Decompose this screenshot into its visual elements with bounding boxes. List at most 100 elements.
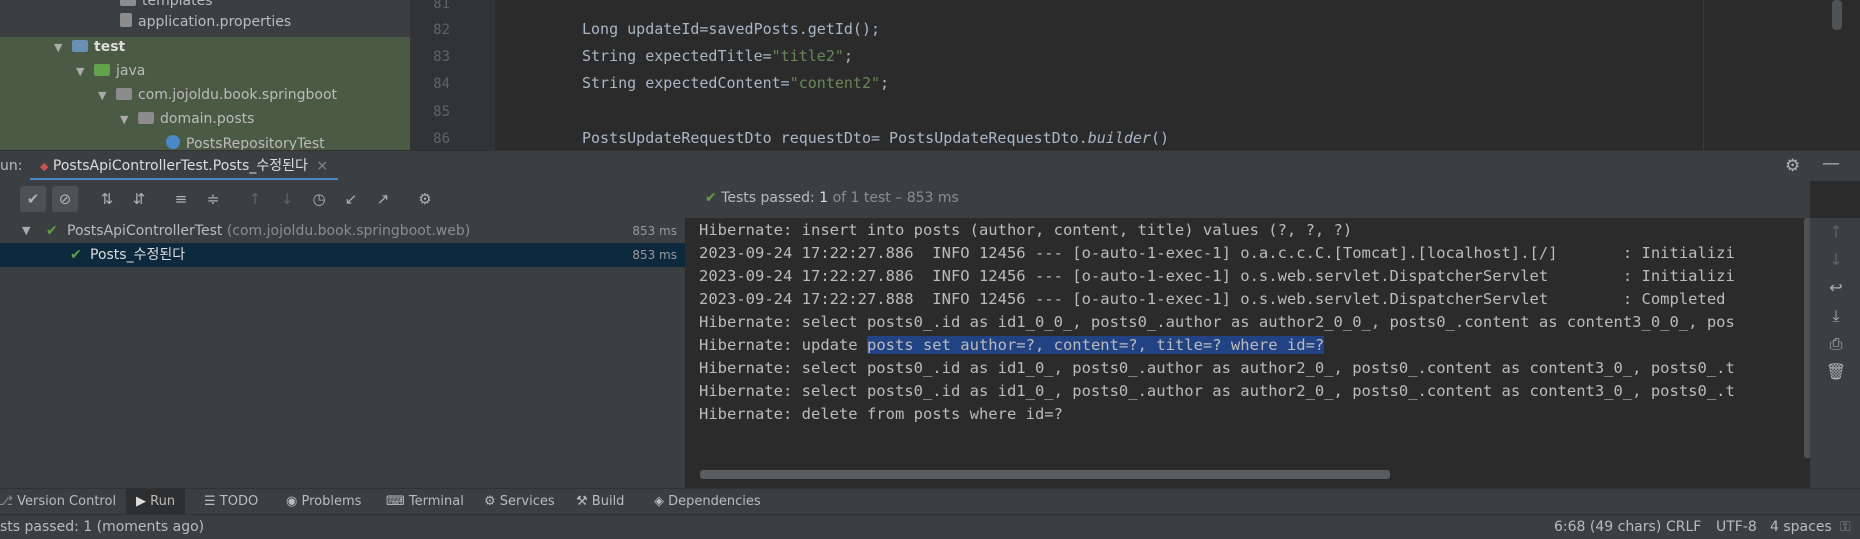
arrow-down-icon[interactable]: ↓ [1824,250,1848,269]
code-editor[interactable]: 81 82 83 84 85 86 Long updateId=savedPos… [410,0,1860,150]
expand-all-button[interactable]: ≡ [168,186,194,212]
indent-setting[interactable]: 4 spaces [1770,515,1832,539]
line-number: 83 [433,49,450,65]
console-horizontal-scrollbar[interactable] [700,470,1390,479]
minimize-icon[interactable]: — [1822,153,1840,174]
gear-icon[interactable]: ⚙ [1785,156,1800,176]
console-line: 2023-09-24 17:22:27.888 INFO 12456 --- [… [699,290,1726,308]
line-number: 82 [433,22,450,38]
console-output[interactable]: Hibernate: insert into posts (author, co… [685,218,1810,488]
tree-item-java[interactable]: ▼ java [76,60,145,82]
chevron-down-icon[interactable]: ▼ [22,219,30,243]
run-label: un: [0,158,23,174]
tree-item-label: java [116,63,146,79]
tab-run-config[interactable]: ◆ PostsApiControllerTest.Posts_수정된다 × [30,151,339,181]
settings-button[interactable]: ⚙ [412,186,438,212]
line-number: 86 [433,131,450,147]
line-number: 85 [433,104,450,120]
import-icon: ↙ [344,190,358,208]
tree-item-label: domain.posts [160,111,255,127]
show-passed-button[interactable]: ✔ [20,186,46,212]
folder-icon [120,0,136,6]
tree-item-package[interactable]: ▼ com.jojoldu.book.springboot [98,84,337,106]
soft-wrap-icon[interactable]: ↩ [1824,278,1848,297]
run-window-header: un: ◆ PostsApiControllerTest.Posts_수정된다 … [0,150,1860,181]
sort-duration-button[interactable]: ⇵ [126,186,152,212]
scroll-to-end-icon[interactable]: ⤓ [1824,306,1848,326]
show-ignored-button[interactable]: ⊘ [52,186,78,212]
collapse-all-icon: ≑ [206,190,220,208]
test-results-tree: ▼ ✔ PostsApiControllerTest (com.jojoldu.… [0,218,685,488]
collapse-all-button[interactable]: ≑ [200,186,226,212]
console-line: Hibernate: select posts0_.id as id1_0_, … [699,359,1735,377]
chevron-down-icon[interactable]: ▼ [76,61,88,83]
editor-scrollbar[interactable] [1832,0,1842,30]
console-line: Hibernate: select posts0_.id as id1_0_0_… [699,313,1735,331]
next-failed-button[interactable]: ↓ [274,186,300,212]
test-status: ✔ Tests passed: 1 of 1 test – 853 ms [705,190,959,206]
tool-window-bar: ⎇ Version Control ▶ Run ☰ TODO ◉ Problem… [0,488,1860,515]
test-status-bar: ✔ Tests passed: 1 of 1 test – 853 ms [685,180,1810,218]
history-button[interactable]: ◷ [306,186,332,212]
check-icon: ✔ [70,247,82,263]
chevron-down-icon[interactable]: ▼ [120,109,132,131]
import-tests-button[interactable]: ↙ [338,186,364,212]
test-duration: 853 ms [632,224,677,238]
export-icon: ↗ [376,190,390,208]
tool-terminal[interactable]: ⌨ Terminal [386,489,464,515]
tree-item-label: test [94,39,126,55]
arrow-up-icon: ↑ [248,190,262,208]
test-case-row[interactable]: ✔ Posts_수정된다 853 ms [0,243,685,267]
code-line: Long updateId=savedPosts.getId(); [582,20,881,38]
selected-text: posts set author=?, content=?, title=? w… [866,336,1325,354]
console-line: Hibernate: insert into posts (author, co… [699,221,1353,239]
branch-icon: ⎇ [0,494,13,509]
test-runner-toolbar: ✔ ⊘ ⇅ ⇵ ≡ ≑ ↑ ↓ ◷ ↙ ↗ ⚙ [0,180,685,218]
console-line: Hibernate: select posts0_.id as id1_0_, … [699,382,1735,400]
chevron-down-icon[interactable]: ▼ [98,85,110,107]
terminal-icon: ⌨ [386,494,405,509]
list-icon: ☰ [204,494,216,509]
tool-todo[interactable]: ☰ TODO [204,489,258,515]
arrow-down-icon: ↓ [280,190,294,208]
sort-alpha-button[interactable]: ⇅ [94,186,120,212]
tool-services[interactable]: ⚙ Services [484,489,555,515]
tree-item-test[interactable]: ▼ test [54,36,125,58]
export-tests-button[interactable]: ↗ [370,186,396,212]
file-encoding[interactable]: UTF-8 [1716,515,1757,539]
trash-icon[interactable]: 🗑 [1824,362,1848,381]
layers-icon: ◈ [654,494,664,509]
test-suite-name: PostsApiControllerTest [67,223,223,239]
tool-problems[interactable]: ◉ Problems [286,489,361,515]
play-icon: ▶ [136,494,146,509]
test-suite-row[interactable]: ▼ ✔ PostsApiControllerTest (com.jojoldu.… [0,219,685,243]
console-line: 2023-09-24 17:22:27.886 INFO 12456 --- [… [699,244,1735,262]
chevron-down-icon[interactable]: ▼ [54,37,66,59]
line-separator[interactable]: CRLF [1666,515,1701,539]
tool-version-control[interactable]: ⎇ Version Control [0,489,116,515]
lock-icon[interactable]: ⚿ [1840,515,1851,539]
tree-item-label: PostsRepositoryTest [186,136,325,150]
test-case-name: Posts_수정된다 [90,247,186,263]
clock-icon: ◷ [312,190,326,208]
close-icon[interactable]: × [316,158,328,174]
status-message[interactable]: sts passed: 1 (moments ago) [0,515,204,539]
tool-run[interactable]: ▶ Run [126,489,186,515]
tree-item-label: application.properties [138,14,292,30]
tool-build[interactable]: ⚒ Build [576,489,624,515]
hammer-icon: ⚒ [576,494,588,509]
tool-dependencies[interactable]: ◈ Dependencies [654,489,761,515]
arrow-up-icon[interactable]: ↑ [1824,222,1848,241]
code-line: PostsUpdateRequestDto requestDto= PostsU… [582,129,1170,147]
tree-item-posts-repository-test[interactable]: PostsRepositoryTest [166,133,325,150]
code-line: String expectedContent="content2"; [582,74,890,92]
tree-item-domain-posts[interactable]: ▼ domain.posts [120,108,254,130]
problems-icon: ◉ [286,494,298,509]
test-class-icon [166,135,180,149]
print-icon[interactable]: ⎙ [1824,334,1848,354]
sort-alpha-icon: ⇅ [100,190,114,208]
tree-item-application-properties[interactable]: application.properties [120,11,291,33]
properties-file-icon [120,13,132,27]
caret-position[interactable]: 6:68 (49 chars) [1554,515,1661,539]
previous-failed-button[interactable]: ↑ [242,186,268,212]
